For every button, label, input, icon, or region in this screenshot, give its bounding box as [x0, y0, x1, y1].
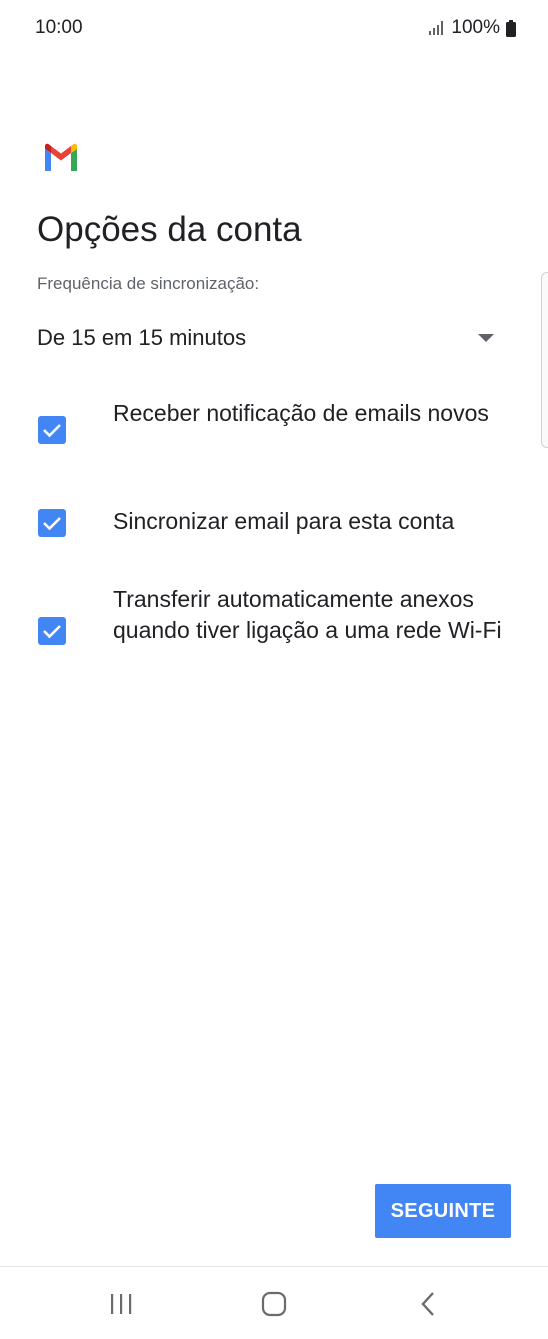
checkmark-icon [43, 424, 61, 438]
status-indicators: 100% [428, 17, 516, 39]
back-icon [421, 1292, 434, 1316]
back-button[interactable] [409, 1287, 449, 1321]
screen: 10:00 100% Opções da conta Frequência de… [0, 0, 548, 1339]
option-label-new-email-notifications: Receber notificação de emails novos [113, 400, 489, 426]
signal-icon [429, 21, 444, 35]
option-new-email-notifications: Receber notificação de emails novos [0, 397, 548, 463]
option-sync-email: Sincronizar email para esta conta [0, 505, 548, 541]
checkmark-icon [43, 625, 61, 639]
sync-frequency-dropdown[interactable]: De 15 em 15 minutos [37, 318, 502, 358]
sync-frequency-label: Frequência de sincronização: [37, 274, 260, 293]
option-label-auto-download-attachments: Transferir automaticamente anexos quando… [113, 586, 502, 643]
home-button[interactable] [254, 1287, 294, 1321]
battery-percent: 100% [451, 17, 500, 38]
recent-apps-icon [111, 1294, 132, 1314]
page-title: Opções da conta [37, 210, 302, 249]
checkbox-auto-download-attachments[interactable] [38, 617, 66, 645]
next-button[interactable]: SEGUINTE [375, 1184, 511, 1238]
sync-frequency-value: De 15 em 15 minutos [37, 325, 247, 350]
checkbox-sync-email[interactable] [38, 509, 66, 537]
battery-icon [506, 19, 516, 37]
status-bar: 10:00 100% [0, 0, 548, 58]
dropdown-arrow-icon [478, 334, 494, 342]
gmail-logo [45, 143, 77, 171]
recent-apps-button[interactable] [101, 1287, 141, 1321]
checkmark-icon [43, 517, 61, 531]
option-auto-download-attachments: Transferir automaticamente anexos quando… [0, 584, 548, 679]
status-time: 10:00 [35, 17, 83, 38]
navigation-bar [0, 1266, 548, 1339]
edge-panel-handle[interactable] [541, 272, 548, 448]
option-label-sync-email: Sincronizar email para esta conta [113, 508, 455, 534]
checkbox-new-email-notifications[interactable] [38, 416, 66, 444]
home-icon [261, 1291, 287, 1317]
